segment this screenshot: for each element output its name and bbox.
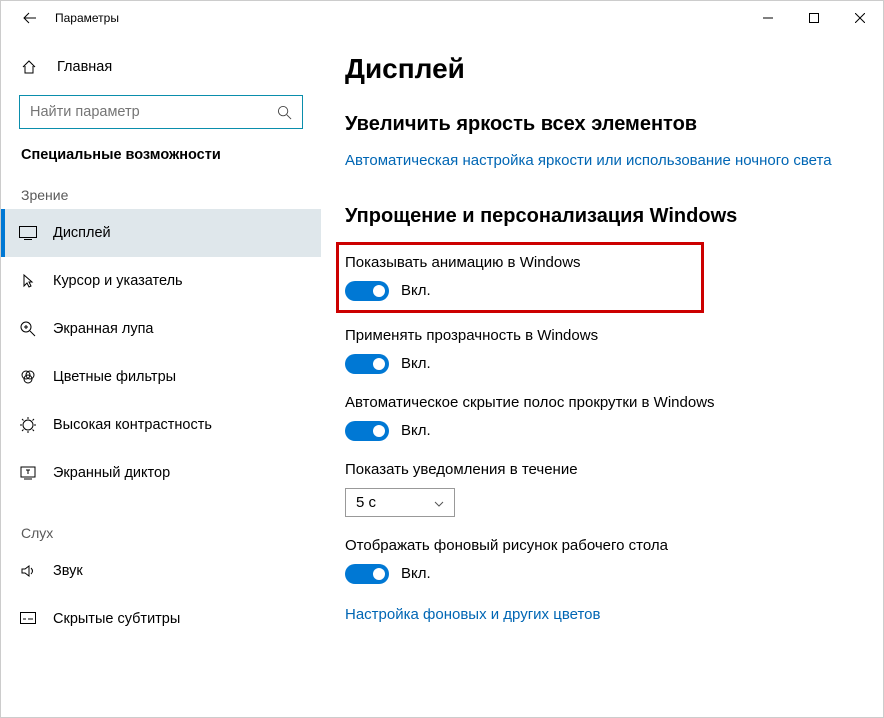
notif-label: Показать уведомления в течение: [345, 461, 859, 478]
captions-icon: [17, 612, 39, 626]
sidebar-item-label: Звук: [53, 563, 83, 579]
sidebar-item-high-contrast[interactable]: Высокая контрастность: [1, 401, 321, 449]
close-button[interactable]: [837, 1, 883, 35]
narrator-icon: [17, 465, 39, 481]
sidebar-item-label: Высокая контрастность: [53, 417, 212, 433]
toggle-scroll-label: Автоматическое скрытие полос прокрутки в…: [345, 394, 859, 411]
toggle-transp-row: Вкл.: [345, 354, 859, 374]
section-brightness: Увеличить яркость всех элементов: [345, 113, 859, 136]
sidebar-item-narrator[interactable]: Экранный диктор: [1, 449, 321, 497]
setting-scrollbars: Автоматическое скрытие полос прокрутки в…: [345, 394, 859, 441]
search-box[interactable]: [19, 95, 303, 129]
toggle-wallpaper[interactable]: [345, 564, 389, 584]
category-label: Специальные возможности: [1, 147, 321, 163]
notif-select[interactable]: 5 с: [345, 488, 455, 517]
search-input[interactable]: [30, 104, 277, 120]
color-filters-icon: [17, 369, 39, 385]
maximize-icon: [809, 13, 819, 23]
search-icon: [277, 105, 292, 120]
toggle-wallpaper-label: Отображать фоновый рисунок рабочего стол…: [345, 537, 859, 554]
cursor-icon: [17, 273, 39, 289]
group-vision-label: Зрение: [1, 187, 321, 203]
sidebar: Главная Специальные возможности Зрение Д…: [1, 35, 321, 717]
notif-value: 5 с: [356, 494, 376, 511]
audio-icon: [17, 563, 39, 579]
toggle-anim-row: Вкл.: [345, 281, 581, 301]
brightness-link[interactable]: Автоматическая настройка яркости или исп…: [345, 150, 859, 173]
section-simplify: Упрощение и персонализация Windows: [345, 205, 859, 228]
sidebar-item-label: Скрытые субтитры: [53, 611, 180, 627]
group-hearing-label: Слух: [1, 525, 321, 541]
sidebar-item-label: Дисплей: [53, 225, 111, 241]
toggle-scroll[interactable]: [345, 421, 389, 441]
toggle-scroll-row: Вкл.: [345, 421, 859, 441]
sidebar-item-label: Экранная лупа: [53, 321, 153, 337]
close-icon: [855, 13, 865, 23]
toggle-anim[interactable]: [345, 281, 389, 301]
home-link[interactable]: Главная: [1, 49, 321, 85]
sidebar-item-audio[interactable]: Звук: [1, 547, 321, 595]
toggle-transp-state: Вкл.: [401, 355, 431, 372]
setting-transparency: Применять прозрачность в Windows Вкл.: [345, 327, 859, 374]
layout: Главная Специальные возможности Зрение Д…: [1, 35, 883, 717]
maximize-button[interactable]: [791, 1, 837, 35]
sidebar-item-magnifier[interactable]: Экранная лупа: [1, 305, 321, 353]
toggle-transp[interactable]: [345, 354, 389, 374]
sidebar-item-display[interactable]: Дисплей: [1, 209, 321, 257]
page-title: Дисплей: [345, 53, 859, 85]
toggle-wallpaper-row: Вкл.: [345, 564, 859, 584]
highlighted-setting: Показывать анимацию в Windows Вкл.: [336, 242, 704, 313]
minimize-icon: [763, 13, 773, 23]
window-controls: [745, 1, 883, 35]
toggle-wallpaper-state: Вкл.: [401, 565, 431, 582]
sidebar-item-cursor[interactable]: Курсор и указатель: [1, 257, 321, 305]
sidebar-item-label: Экранный диктор: [53, 465, 170, 481]
back-button[interactable]: [9, 1, 51, 35]
toggle-transp-label: Применять прозрачность в Windows: [345, 327, 859, 344]
toggle-scroll-state: Вкл.: [401, 422, 431, 439]
sidebar-item-label: Курсор и указатель: [53, 273, 183, 289]
setting-wallpaper: Отображать фоновый рисунок рабочего стол…: [345, 537, 859, 584]
home-label: Главная: [57, 59, 112, 75]
minimize-button[interactable]: [745, 1, 791, 35]
display-icon: [17, 226, 39, 240]
titlebar: Параметры: [1, 1, 883, 35]
chevron-down-icon: [434, 494, 444, 511]
colors-link[interactable]: Настройка фоновых и других цветов: [345, 604, 859, 627]
toggle-anim-state: Вкл.: [401, 282, 431, 299]
sidebar-item-label: Цветные фильтры: [53, 369, 176, 385]
high-contrast-icon: [17, 417, 39, 433]
magnifier-icon: [17, 321, 39, 337]
main-content: Дисплей Увеличить яркость всех элементов…: [321, 35, 883, 717]
window-title: Параметры: [55, 11, 119, 25]
back-arrow-icon: [23, 11, 37, 25]
sidebar-item-color-filters[interactable]: Цветные фильтры: [1, 353, 321, 401]
home-icon: [21, 59, 43, 75]
sidebar-item-captions[interactable]: Скрытые субтитры: [1, 595, 321, 643]
toggle-anim-label: Показывать анимацию в Windows: [345, 254, 581, 271]
